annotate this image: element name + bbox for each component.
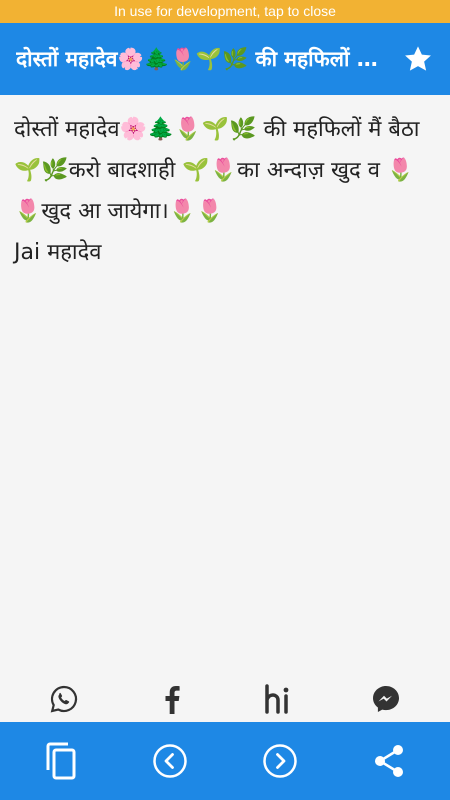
star-icon xyxy=(405,46,431,71)
messenger-share-button[interactable] xyxy=(358,679,414,719)
dev-banner[interactable]: In use for development, tap to close xyxy=(0,0,450,23)
bottom-bar xyxy=(0,722,450,800)
dev-banner-text: In use for development, tap to close xyxy=(114,3,336,19)
app-title: दोस्तों महादेव🌸🌲🌷🌱🌿 की महफिलों मैं बैठा … xyxy=(16,47,386,71)
message-text[interactable]: दोस्तों महादेव🌸🌲🌷🌱🌿 की महफिलों मैं बैठा … xyxy=(14,109,436,273)
hike-share-button[interactable] xyxy=(251,679,307,719)
messenger-icon xyxy=(373,685,400,712)
favorite-button[interactable] xyxy=(400,41,436,77)
next-button[interactable] xyxy=(250,731,310,791)
message-content: दोस्तों महादेव🌸🌲🌷🌱🌿 की महफिलों मैं बैठा … xyxy=(0,95,450,675)
share-button[interactable] xyxy=(359,731,419,791)
hike-icon xyxy=(265,683,289,714)
previous-icon xyxy=(153,744,187,778)
share-row xyxy=(0,675,450,722)
facebook-icon xyxy=(165,685,180,714)
facebook-share-button[interactable] xyxy=(143,679,199,719)
whatsapp-share-button[interactable] xyxy=(36,679,92,719)
previous-button[interactable] xyxy=(140,731,200,791)
copy-icon xyxy=(46,742,76,780)
whatsapp-icon xyxy=(50,685,77,713)
copy-button[interactable] xyxy=(31,731,91,791)
app-bar: दोस्तों महादेव🌸🌲🌷🌱🌿 की महफिलों मैं बैठा … xyxy=(0,23,450,95)
next-icon xyxy=(263,744,297,778)
share-icon xyxy=(375,745,404,777)
